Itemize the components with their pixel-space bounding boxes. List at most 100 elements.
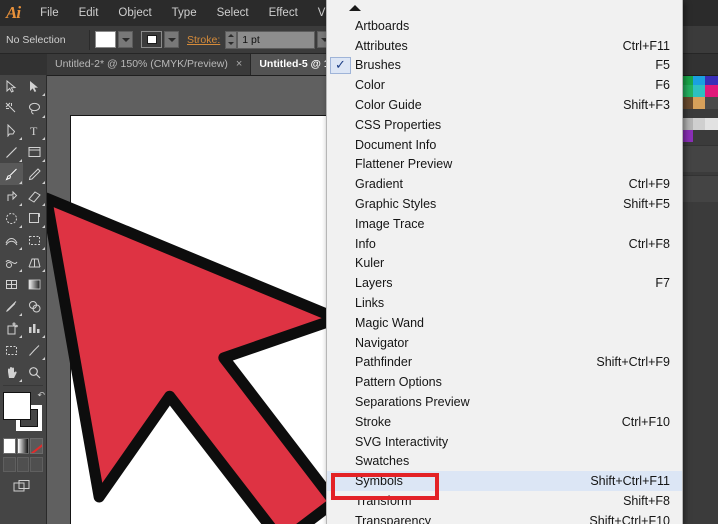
menu-item-gradient[interactable]: Gradient Ctrl+F9 bbox=[327, 174, 682, 194]
menu-item-color-guide[interactable]: Color Guide Shift+F3 bbox=[327, 95, 682, 115]
change-screen-mode-icon[interactable] bbox=[13, 479, 33, 494]
menu-item-stroke[interactable]: Stroke Ctrl+F10 bbox=[327, 412, 682, 432]
menu-item-separations-preview[interactable]: Separations Preview bbox=[327, 392, 682, 412]
draw-behind-button[interactable] bbox=[16, 457, 30, 472]
lasso-tool[interactable] bbox=[23, 97, 46, 119]
menu-item-css-properties[interactable]: CSS Properties bbox=[327, 115, 682, 135]
menu-item-kuler[interactable]: Kuler bbox=[327, 254, 682, 274]
pen-tool[interactable] bbox=[0, 119, 23, 141]
panel-block[interactable] bbox=[680, 145, 718, 172]
gradient-tool[interactable] bbox=[23, 273, 46, 295]
width-tool[interactable] bbox=[0, 229, 23, 251]
menu-item-layers[interactable]: Layers F7 bbox=[327, 273, 682, 293]
swatch-cell[interactable] bbox=[692, 118, 706, 130]
rectangle-tool[interactable] bbox=[23, 141, 46, 163]
line-segment-tool[interactable] bbox=[0, 141, 23, 163]
stroke-weight-label[interactable]: Stroke: bbox=[187, 34, 220, 46]
menubar-item-select[interactable]: Select bbox=[208, 3, 258, 23]
menu-item-brushes[interactable]: ✓ Brushes F5 bbox=[327, 56, 682, 76]
column-graph-tool[interactable] bbox=[23, 317, 46, 339]
stroke-weight-input[interactable]: 1 pt bbox=[237, 30, 316, 49]
gradient-mode-button[interactable] bbox=[16, 438, 30, 454]
menubar-item-effect[interactable]: Effect bbox=[260, 3, 307, 23]
selection-tool[interactable] bbox=[0, 75, 23, 97]
canvas-area[interactable] bbox=[46, 75, 326, 524]
menubar-item-edit[interactable]: Edit bbox=[70, 3, 108, 23]
menu-item-pathfinder[interactable]: Pathfinder Shift+Ctrl+F9 bbox=[327, 353, 682, 373]
zoom-tool[interactable] bbox=[23, 361, 46, 383]
menu-item-shortcut: Shift+Ctrl+F10 bbox=[589, 513, 670, 524]
artboard[interactable] bbox=[70, 115, 326, 524]
menu-item-document-info[interactable]: Document Info bbox=[327, 135, 682, 155]
swatches-grid-gray[interactable] bbox=[680, 118, 718, 142]
panel-block[interactable] bbox=[680, 175, 718, 202]
document-tab-untitled-2[interactable]: Untitled-2* @ 150% (CMYK/Preview) × bbox=[47, 53, 252, 75]
free-transform-tool[interactable] bbox=[23, 229, 46, 251]
stroke-color-swatch[interactable] bbox=[141, 31, 162, 48]
swap-fill-stroke-icon[interactable]: ↶ bbox=[37, 390, 45, 401]
blend-tool[interactable] bbox=[23, 295, 46, 317]
swatch-cell[interactable] bbox=[705, 97, 718, 109]
perspective-grid-tool[interactable] bbox=[23, 251, 46, 273]
mesh-tool[interactable] bbox=[0, 273, 23, 295]
slice-tool[interactable] bbox=[23, 339, 46, 361]
swatch-cell[interactable] bbox=[692, 130, 706, 142]
menu-scroll-up[interactable] bbox=[327, 0, 682, 16]
menu-item-label: Flattener Preview bbox=[355, 157, 453, 172]
menu-item-magic-wand[interactable]: Magic Wand bbox=[327, 313, 682, 333]
direct-selection-tool[interactable] bbox=[23, 75, 46, 97]
menu-item-svg-interactivity[interactable]: SVG Interactivity bbox=[327, 432, 682, 452]
swatch-cell[interactable] bbox=[692, 97, 706, 109]
menu-item-links[interactable]: Links bbox=[327, 293, 682, 313]
color-mode-button[interactable] bbox=[3, 438, 16, 454]
draw-inside-button[interactable] bbox=[30, 457, 44, 472]
menu-item-transform[interactable]: Transform Shift+F8 bbox=[327, 491, 682, 511]
scale-tool[interactable] bbox=[23, 207, 46, 229]
menu-item-attributes[interactable]: Attributes Ctrl+F11 bbox=[327, 36, 682, 56]
menu-item-info[interactable]: Info Ctrl+F8 bbox=[327, 234, 682, 254]
menu-item-artboards[interactable]: Artboards bbox=[327, 16, 682, 36]
menubar-item-object[interactable]: Object bbox=[109, 3, 160, 23]
menu-item-flattener-preview[interactable]: Flattener Preview bbox=[327, 155, 682, 175]
fill-indicator[interactable] bbox=[3, 392, 31, 420]
swatch-cell[interactable] bbox=[705, 130, 718, 142]
paintbrush-tool[interactable] bbox=[0, 163, 23, 185]
hand-tool[interactable] bbox=[0, 361, 23, 383]
menu-item-shortcut: Shift+F3 bbox=[623, 98, 670, 113]
eraser-tool[interactable] bbox=[23, 185, 46, 207]
draw-normal-button[interactable] bbox=[3, 457, 16, 472]
fill-color-swatch[interactable] bbox=[95, 31, 116, 48]
menu-item-image-trace[interactable]: Image Trace bbox=[327, 214, 682, 234]
rotate-tool[interactable] bbox=[0, 207, 23, 229]
artboard-tool[interactable] bbox=[0, 339, 23, 361]
menubar-item-type[interactable]: Type bbox=[163, 3, 206, 23]
stroke-weight-stepper[interactable] bbox=[225, 30, 238, 49]
blob-brush-tool[interactable] bbox=[0, 185, 23, 207]
stroke-dropdown-icon[interactable] bbox=[164, 31, 179, 48]
menu-item-color[interactable]: Color F6 bbox=[327, 75, 682, 95]
menu-item-navigator[interactable]: Navigator bbox=[327, 333, 682, 353]
scroll-up-triangle-icon[interactable] bbox=[349, 5, 361, 11]
none-mode-button[interactable] bbox=[30, 438, 44, 454]
swatch-cell[interactable] bbox=[705, 118, 718, 130]
shape-builder-tool[interactable] bbox=[0, 251, 23, 273]
menu-item-graphic-styles[interactable]: Graphic Styles Shift+F5 bbox=[327, 194, 682, 214]
tools-panel: T ↶ bbox=[0, 75, 47, 524]
color-mode-row bbox=[0, 436, 46, 454]
fill-dropdown-icon[interactable] bbox=[118, 31, 133, 48]
menu-item-pattern-options[interactable]: Pattern Options bbox=[327, 372, 682, 392]
swatch-cell[interactable] bbox=[705, 85, 718, 97]
menu-item-swatches[interactable]: Swatches bbox=[327, 452, 682, 472]
eyedropper-tool[interactable] bbox=[0, 295, 23, 317]
window-dropdown-menu[interactable]: Artboards Attributes Ctrl+F11 ✓ Brushes F5 Col… bbox=[326, 0, 683, 524]
swatches-grid[interactable] bbox=[680, 73, 718, 109]
swatch-cell[interactable] bbox=[692, 85, 706, 97]
menubar-item-file[interactable]: File bbox=[31, 3, 68, 23]
menu-item-transparency[interactable]: Transparency Shift+Ctrl+F10 bbox=[327, 511, 682, 524]
menu-item-symbols[interactable]: Symbols Shift+Ctrl+F11 bbox=[327, 471, 682, 492]
magic-wand-tool[interactable] bbox=[0, 97, 23, 119]
type-tool[interactable]: T bbox=[23, 119, 46, 141]
symbol-sprayer-tool[interactable] bbox=[0, 317, 23, 339]
pencil-tool[interactable] bbox=[23, 163, 46, 185]
close-icon[interactable]: × bbox=[236, 58, 242, 70]
